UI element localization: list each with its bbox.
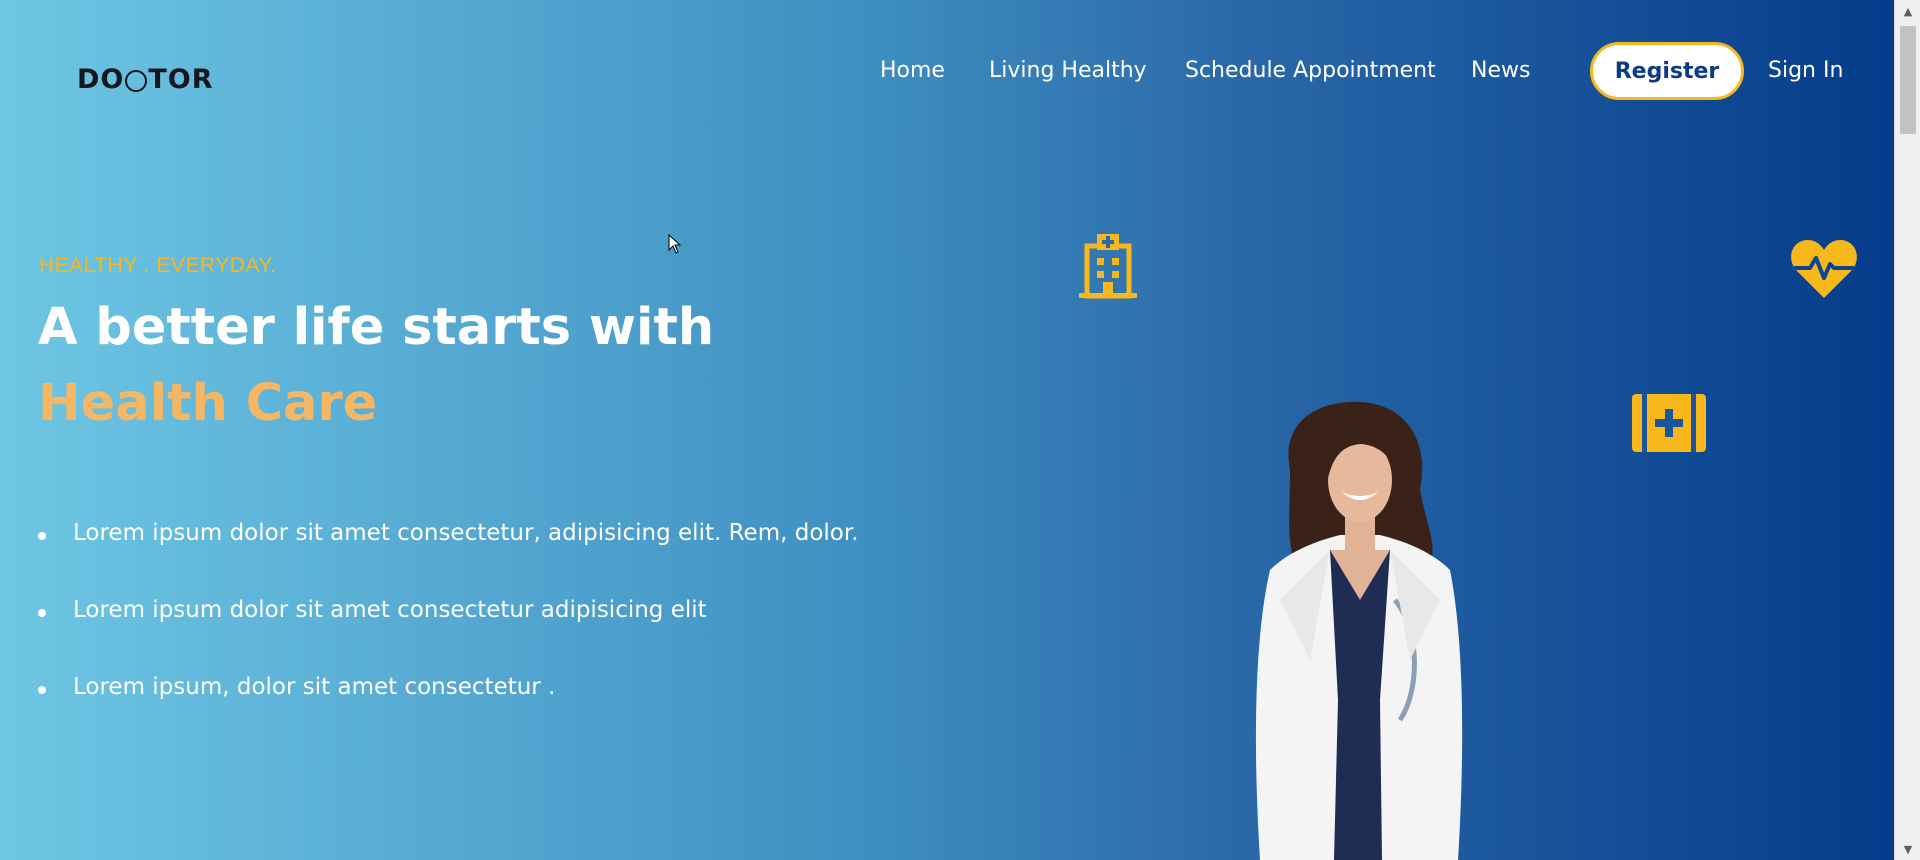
list-item: Lorem ipsum dolor sit amet consectetur a… [38, 597, 859, 674]
first-aid-kit-icon [1632, 394, 1706, 452]
list-item: Lorem ipsum, dolor sit amet consectetur … [38, 674, 859, 751]
nav-news[interactable]: News [1471, 58, 1530, 83]
doctor-image [1255, 401, 1463, 860]
hero-headline: A better life starts with Health Care [38, 290, 714, 442]
mouse-cursor-icon [668, 234, 682, 254]
scroll-thumb[interactable] [1900, 26, 1916, 134]
hero-headline-main: A better life starts with [38, 298, 715, 357]
main-content: DO TOR Home Living Healthy Schedule Appoi… [0, 0, 1894, 860]
register-button[interactable]: Register [1590, 42, 1744, 100]
hero-bullet-list: Lorem ipsum dolor sit amet consectetur, … [38, 520, 859, 751]
scroll-up-arrow-icon[interactable]: ▲ [1895, 0, 1920, 22]
nav-schedule-appointment[interactable]: Schedule Appointment [1185, 58, 1436, 83]
page: DO TOR Home Living Healthy Schedule Appoi… [0, 0, 1920, 860]
scroll-down-arrow-icon[interactable]: ▼ [1895, 838, 1920, 860]
list-item: Lorem ipsum dolor sit amet consectetur, … [38, 520, 859, 597]
hero-kicker: HEALTHY . EVERYDAY. [39, 254, 277, 277]
heart-pulse-icon [1791, 240, 1857, 298]
vertical-scrollbar[interactable]: ▲ ▼ [1894, 0, 1920, 860]
hospital-icon [1079, 234, 1137, 299]
nav-living-healthy[interactable]: Living Healthy [989, 58, 1147, 83]
hero-headline-accent: Health Care [38, 374, 378, 433]
nav-home[interactable]: Home [880, 58, 945, 83]
nav-sign-in[interactable]: Sign In [1768, 58, 1843, 83]
